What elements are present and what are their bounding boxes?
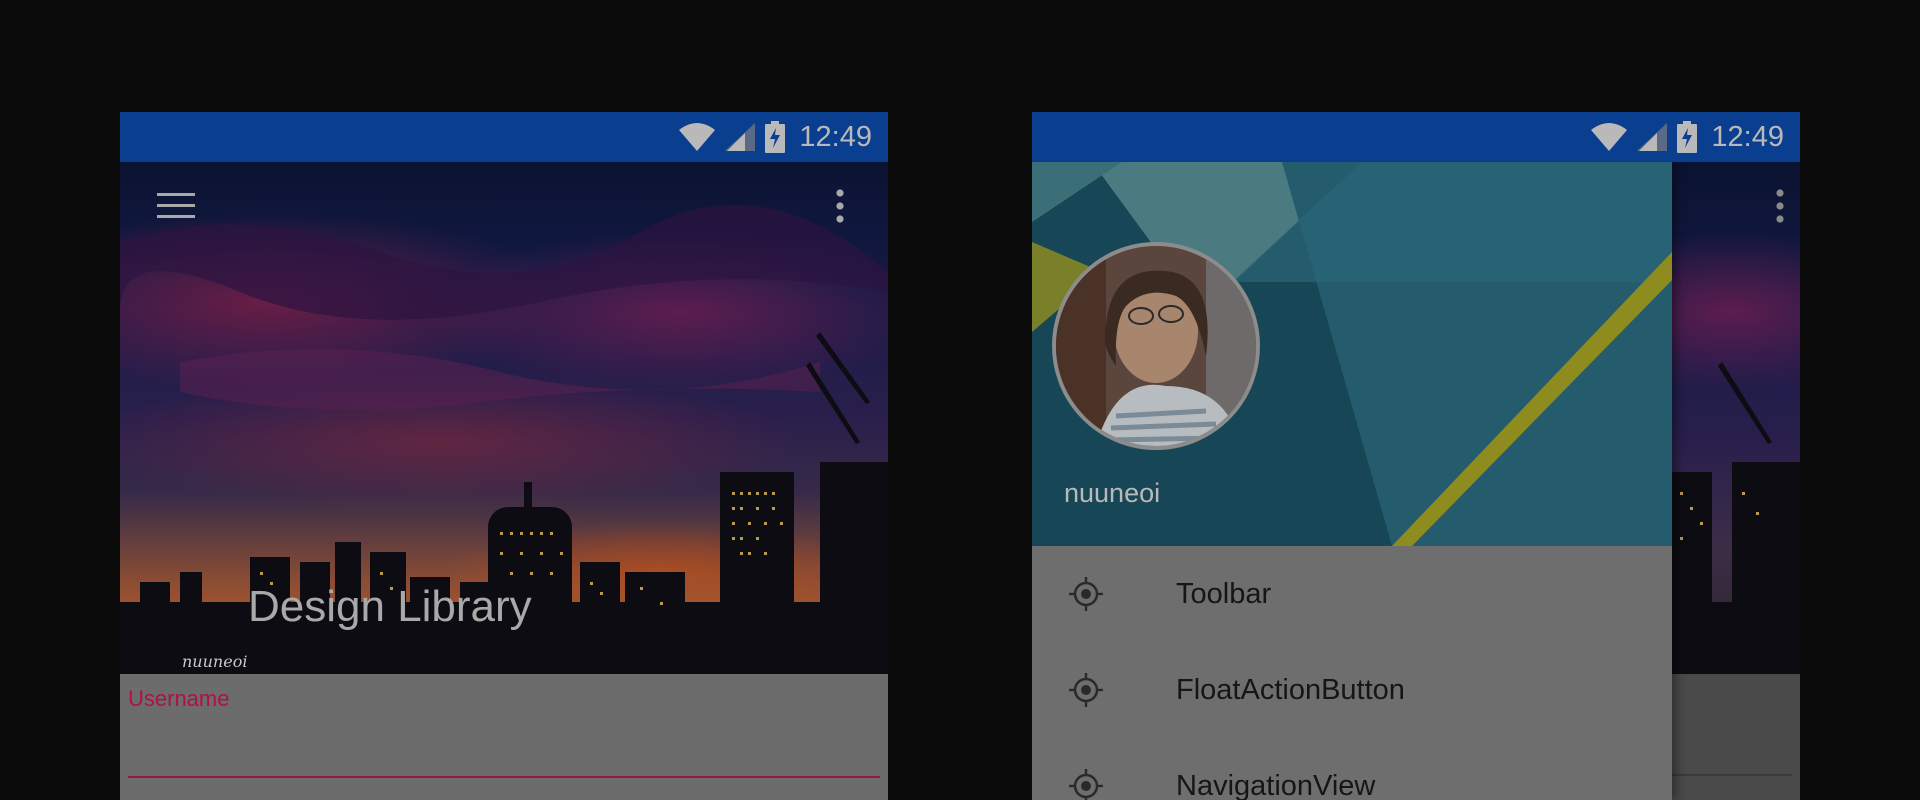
avatar[interactable] <box>1052 242 1260 450</box>
more-vert-icon <box>1776 189 1784 223</box>
battery-charging-icon <box>1677 121 1698 153</box>
gps-fixed-icon <box>1069 577 1103 611</box>
menu-item-navigationview[interactable]: NavigationView <box>1032 738 1672 800</box>
hamburger-menu-icon <box>157 193 195 218</box>
menu-item-toolbar[interactable]: Toolbar <box>1032 546 1672 642</box>
status-bar: 12:49 <box>1032 112 1800 162</box>
login-form: Username <box>120 674 888 800</box>
status-time: 12:49 <box>1711 120 1784 153</box>
wifi-icon <box>679 123 716 151</box>
username-field[interactable] <box>128 718 880 778</box>
left-phone-screen: 12:49 nuuneoi Design Library Username <box>120 112 888 800</box>
gps-fixed-icon <box>1069 769 1103 800</box>
status-time: 12:49 <box>799 120 872 153</box>
profile-photo <box>1056 246 1256 446</box>
navigation-drawer: nuuneoi Toolbar FloatActionButton Naviga… <box>1032 162 1672 800</box>
cell-signal-icon <box>725 123 756 151</box>
status-icons: 12:49 <box>1591 112 1784 162</box>
header-photo: nuuneoi Design Library <box>120 162 888 674</box>
status-bar: 12:49 <box>120 112 888 162</box>
menu-item-label: NavigationView <box>1176 769 1376 800</box>
drawer-username: nuuneoi <box>1064 478 1161 508</box>
overflow-menu-button[interactable] <box>1752 178 1800 234</box>
drawer-menu: Toolbar FloatActionButton NavigationView <box>1032 546 1672 800</box>
nav-drawer-button[interactable] <box>148 178 204 234</box>
drawer-header: nuuneoi <box>1032 162 1672 546</box>
battery-charging-icon <box>765 121 786 153</box>
right-phone-screen: 12:49 nuuneoi Toolbar FloatActionButton … <box>1032 112 1800 800</box>
overflow-menu-button[interactable] <box>812 178 868 234</box>
menu-item-floatactionbutton[interactable]: FloatActionButton <box>1032 642 1672 738</box>
wifi-icon <box>1591 123 1628 151</box>
gps-fixed-icon <box>1069 673 1103 707</box>
more-vert-icon <box>836 189 844 223</box>
page-title: Design Library <box>248 582 532 631</box>
status-icons: 12:49 <box>679 112 872 162</box>
input-underline <box>1672 774 1792 776</box>
menu-item-label: FloatActionButton <box>1176 673 1405 706</box>
username-label: Username <box>128 686 230 711</box>
cell-signal-icon <box>1637 123 1668 151</box>
menu-item-label: Toolbar <box>1176 577 1272 610</box>
photo-signature: nuuneoi <box>182 652 248 671</box>
